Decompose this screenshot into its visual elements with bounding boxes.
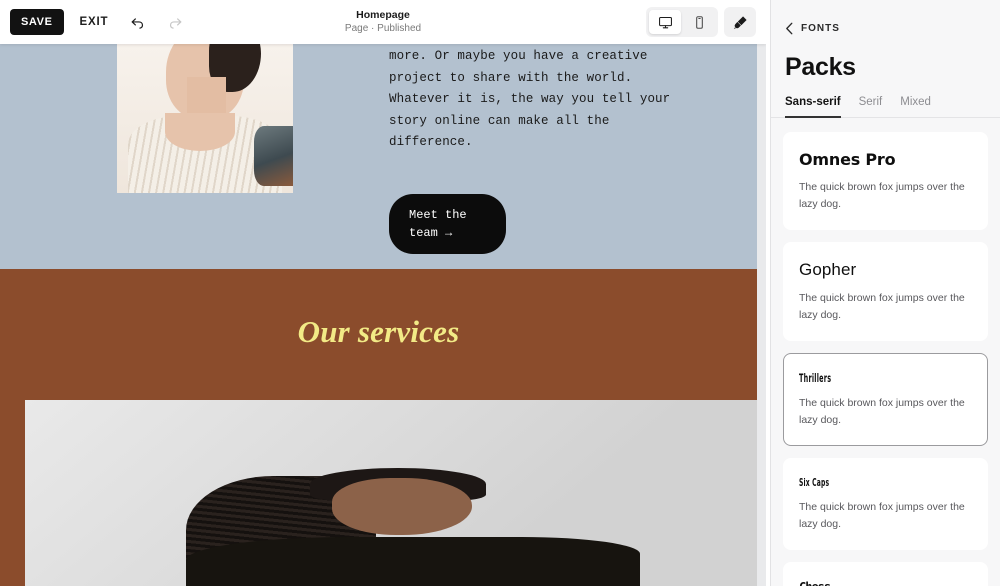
editor-toolbar: SAVE EXIT Homepage Page · Published: [0, 0, 766, 44]
chevron-left-icon: [786, 22, 793, 35]
editor-area: SAVE EXIT Homepage Page · Published more…: [0, 0, 766, 586]
page-status: Page · Published: [344, 23, 422, 35]
back-to-fonts-button[interactable]: FONTS: [771, 0, 840, 35]
toolbar-right-group: [646, 7, 756, 37]
hero-section[interactable]: more. Or maybe you have a creative proje…: [0, 44, 757, 269]
font-pack-name: Chess: [799, 580, 972, 586]
font-pack-sample: The quick brown fox jumps over the lazy …: [799, 397, 965, 426]
font-pack-name: Omnes Pro: [799, 150, 896, 169]
service-photo-illustration: [25, 400, 757, 586]
hero-image[interactable]: [117, 44, 293, 193]
font-pack-list: Omnes Pro The quick brown fox jumps over…: [771, 118, 1000, 586]
hero-body-text[interactable]: more. Or maybe you have a creative proje…: [389, 46, 689, 154]
font-pack-sample: The quick brown fox jumps over the lazy …: [799, 181, 965, 210]
redo-arrow-icon: [169, 17, 182, 29]
undo-button[interactable]: [124, 9, 150, 35]
font-pack-card[interactable]: Gopher The quick brown fox jumps over th…: [783, 242, 988, 341]
paintbrush-icon: [733, 15, 747, 29]
panel-title: Packs: [785, 53, 856, 81]
hero-photo-illustration: [117, 44, 293, 193]
service-card[interactable]: [25, 400, 757, 586]
desktop-monitor-icon: [658, 16, 672, 28]
tab-serif[interactable]: Serif: [859, 96, 883, 117]
toolbar-left-group: SAVE EXIT: [10, 9, 188, 35]
service-card-image[interactable]: [25, 400, 757, 586]
services-card-list: Haircuts & Styling Color Correction: [25, 400, 757, 586]
tab-sans-serif[interactable]: Sans-serif: [785, 96, 841, 118]
font-pack-name: Six Caps: [799, 476, 830, 489]
font-pack-card[interactable]: Chess The quick brown fox jumps over the…: [783, 562, 988, 586]
font-category-tabs: Sans-serif Serif Mixed: [771, 82, 1000, 118]
exit-button[interactable]: EXIT: [76, 10, 113, 34]
font-pack-name: Thrillers: [799, 371, 832, 385]
desktop-view-button[interactable]: [649, 10, 681, 34]
design-brush-button[interactable]: [724, 7, 756, 37]
font-pack-sample: The quick brown fox jumps over the lazy …: [799, 292, 965, 321]
services-section[interactable]: Our services Haircuts & Styling Color Co…: [0, 269, 757, 586]
services-heading[interactable]: Our services: [0, 314, 757, 350]
tab-mixed[interactable]: Mixed: [900, 96, 931, 117]
mobile-phone-icon: [695, 15, 703, 29]
meet-the-team-button[interactable]: Meet the team →: [389, 194, 506, 254]
redo-button[interactable]: [162, 9, 188, 35]
mobile-view-button[interactable]: [683, 10, 715, 34]
save-button[interactable]: SAVE: [10, 9, 64, 35]
font-pack-card[interactable]: Omnes Pro The quick brown fox jumps over…: [783, 132, 988, 230]
font-pack-name: Gopher: [799, 260, 857, 279]
undo-arrow-icon: [131, 17, 143, 29]
page-title: Homepage: [356, 9, 410, 22]
font-pack-card[interactable]: Six Caps The quick brown fox jumps over …: [783, 458, 988, 550]
fonts-panel: FONTS Packs Sans-serif Serif Mixed Omnes…: [770, 0, 1000, 586]
back-label: FONTS: [801, 23, 840, 34]
site-canvas[interactable]: more. Or maybe you have a creative proje…: [0, 44, 757, 586]
viewport-switcher: [646, 7, 718, 37]
site-editor-app: SAVE EXIT Homepage Page · Published more…: [0, 0, 1000, 586]
font-pack-card[interactable]: Thrillers The quick brown fox jumps over…: [783, 353, 988, 446]
font-pack-sample: The quick brown fox jumps over the lazy …: [799, 501, 965, 530]
